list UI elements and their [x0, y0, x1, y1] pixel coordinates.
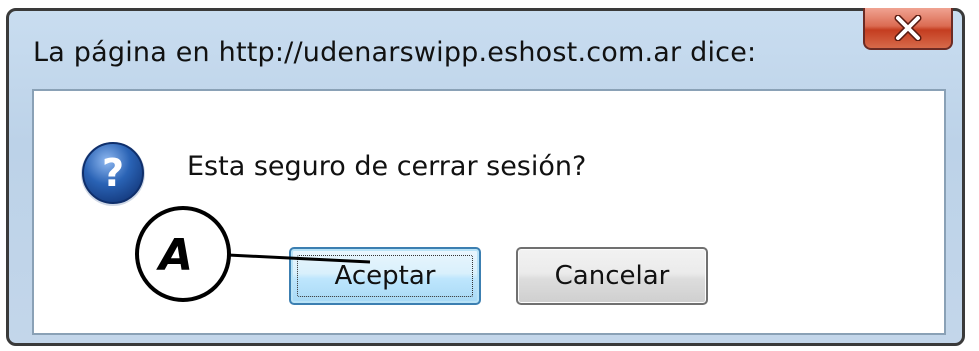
- screenshot-stage: La página en http://udenarswipp.eshost.c…: [0, 0, 979, 351]
- accept-button-label: Aceptar: [334, 261, 436, 291]
- cancel-button-label: Cancelar: [554, 261, 670, 291]
- question-icon: ?: [81, 142, 145, 206]
- accept-button[interactable]: Aceptar: [289, 247, 481, 305]
- dialog-title: La página en http://udenarswipp.eshost.c…: [33, 37, 757, 68]
- dialog-titlebar[interactable]: La página en http://udenarswipp.eshost.c…: [9, 8, 962, 81]
- dialog-content: ? Esta seguro de cerrar sesión? Aceptar …: [32, 89, 946, 335]
- dialog-message: Esta seguro de cerrar sesión?: [187, 151, 587, 182]
- cancel-button[interactable]: Cancelar: [516, 247, 708, 305]
- close-icon: [894, 15, 922, 41]
- svg-text:?: ?: [102, 151, 124, 195]
- close-button[interactable]: [863, 8, 953, 50]
- alert-dialog-window: La página en http://udenarswipp.eshost.c…: [6, 8, 965, 346]
